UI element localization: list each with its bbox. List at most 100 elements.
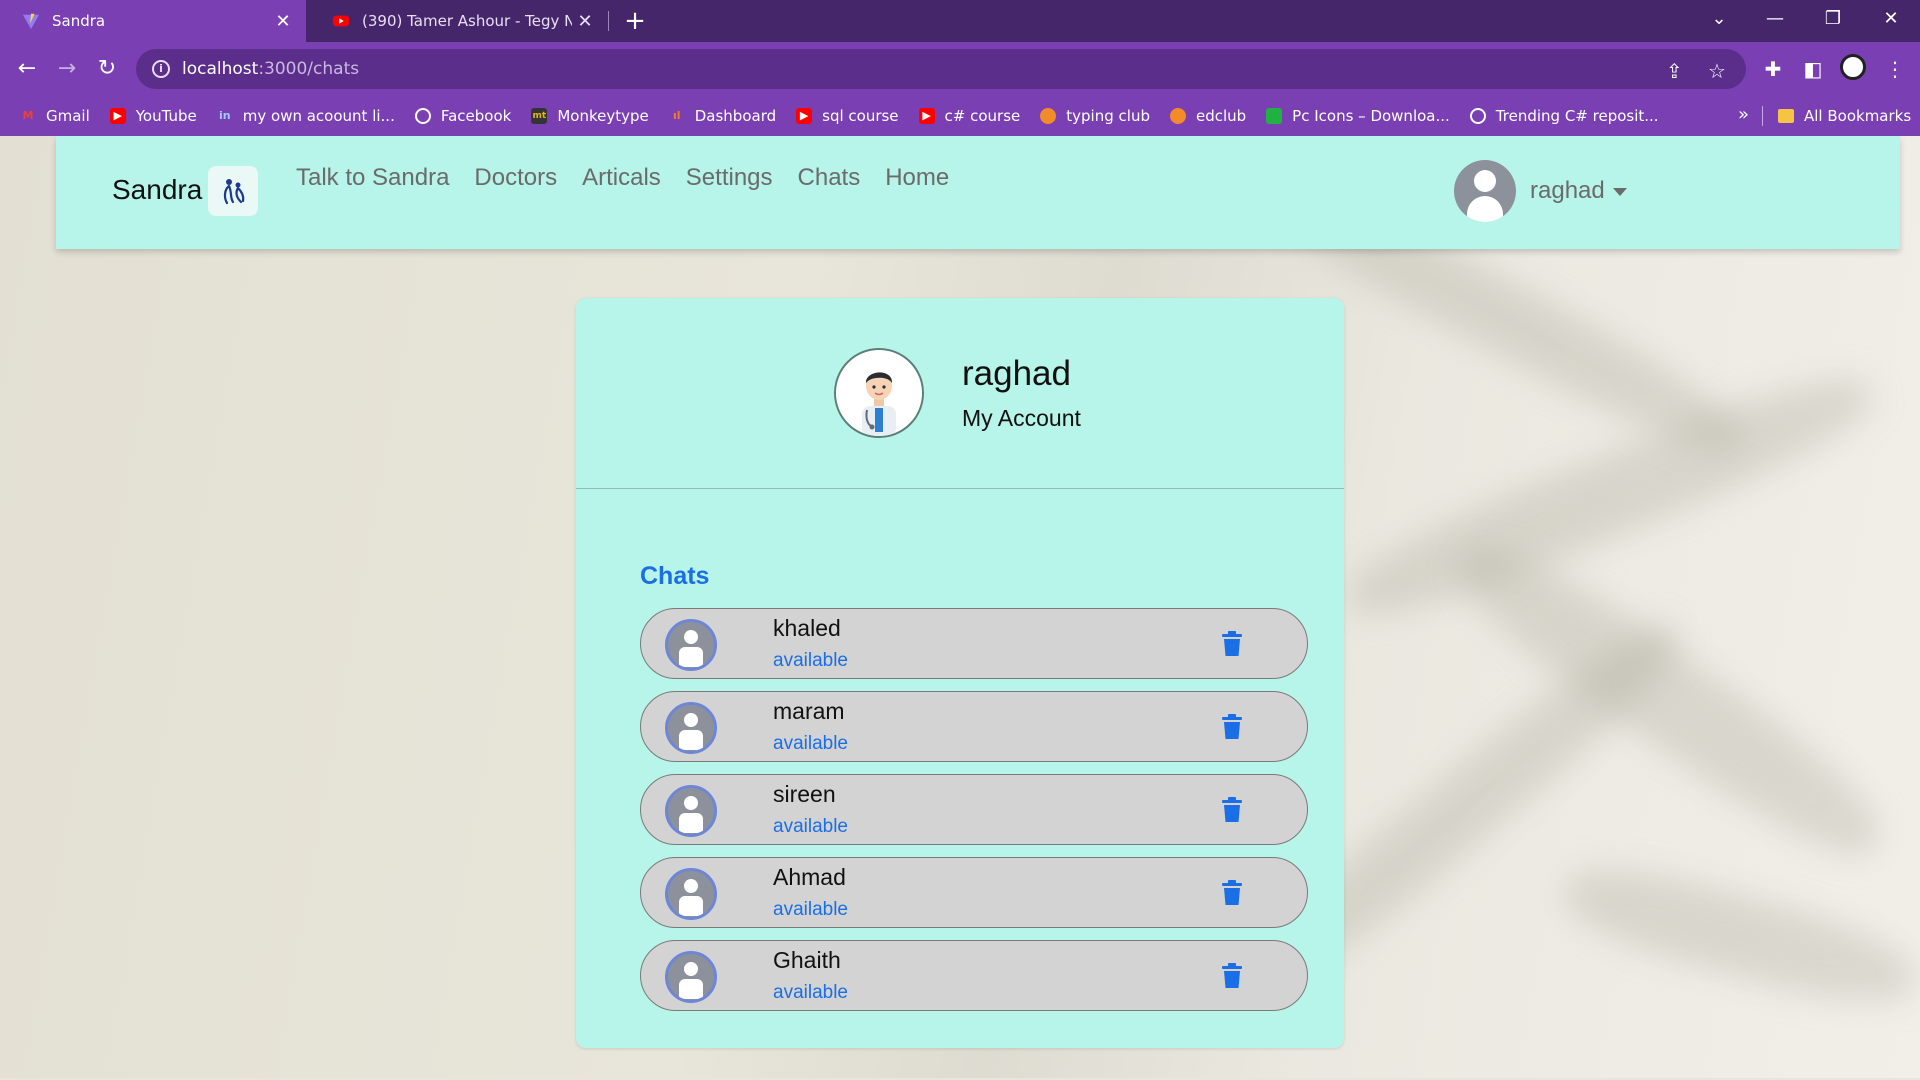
user-name: raghad xyxy=(1530,177,1605,204)
chat-status: available xyxy=(773,816,848,837)
background-shadow xyxy=(1439,520,1901,882)
browser-menu-icon[interactable]: ⋮ xyxy=(1880,54,1910,84)
chat-contact-name: Ghaith xyxy=(773,947,841,973)
typingclub-icon xyxy=(1040,108,1057,124)
contact-avatar-icon xyxy=(665,785,717,837)
bookmark-csharp-course[interactable]: ▶ c# course xyxy=(918,107,1020,125)
browser-tab-strip: Sandra ✕ (390) Tamer Ashour - Tegy Ntrah… xyxy=(0,0,1920,42)
background-shadow xyxy=(1555,850,1920,1022)
tab-youtube[interactable]: (390) Tamer Ashour - Tegy Ntrah ✕ xyxy=(310,0,608,42)
bookmark-linkedin[interactable]: in my own acoount li... xyxy=(217,107,395,125)
brand-logo[interactable] xyxy=(208,166,258,216)
browser-profile-avatar[interactable] xyxy=(1840,54,1866,80)
nav-talk-to-sandra[interactable]: Talk to Sandra xyxy=(296,164,449,192)
bookmark-typing-club[interactable]: typing club xyxy=(1040,107,1150,125)
bookmark-facebook[interactable]: Facebook xyxy=(414,107,511,125)
gmail-icon: M xyxy=(22,109,34,122)
minimize-button[interactable]: — xyxy=(1752,0,1798,40)
reload-button[interactable]: ↻ xyxy=(92,54,122,84)
chat-list: khaled available maram available sireen … xyxy=(640,608,1308,1023)
contact-avatar-icon xyxy=(665,619,717,671)
family-logo-icon xyxy=(223,179,245,205)
site-info-icon[interactable]: i xyxy=(152,60,170,78)
chat-status: available xyxy=(773,733,848,754)
close-tab-icon[interactable]: ✕ xyxy=(270,11,296,32)
bookmark-edclub[interactable]: edclub xyxy=(1169,107,1246,125)
dashboard-icon: ıl xyxy=(672,109,681,122)
chat-item-maram[interactable]: maram available xyxy=(640,691,1308,762)
trash-icon[interactable] xyxy=(1221,797,1243,823)
extensions-puzzle-icon[interactable]: ✚ xyxy=(1758,54,1788,84)
page-viewport: Sandra Talk to Sandra Doctors Articals S… xyxy=(0,136,1920,1078)
chat-item-sireen[interactable]: sireen available xyxy=(640,774,1308,845)
tab-search-chevron-icon[interactable]: ⌄ xyxy=(1696,0,1742,40)
globe-icon xyxy=(414,108,431,124)
bookmark-trending-csharp[interactable]: Trending C# reposit... xyxy=(1469,107,1659,125)
forward-button[interactable]: → xyxy=(52,54,82,84)
profile-subtitle[interactable]: My Account xyxy=(962,405,1081,432)
close-window-button[interactable]: ✕ xyxy=(1868,0,1914,40)
contact-avatar-icon xyxy=(665,951,717,1003)
trash-icon[interactable] xyxy=(1221,714,1243,740)
url-text: localhost:3000/chats xyxy=(182,59,360,79)
chat-item-ahmad[interactable]: Ahmad available xyxy=(640,857,1308,928)
dropdown-caret-icon xyxy=(1612,188,1627,196)
youtube-icon: ▶ xyxy=(109,108,126,124)
bookmark-sql-course[interactable]: ▶ sql course xyxy=(796,107,899,125)
tab-title: (390) Tamer Ashour - Tegy Ntrah xyxy=(362,12,572,30)
bookmark-pc-icons[interactable]: Pc Icons – Downloa... xyxy=(1266,107,1450,125)
nav-home[interactable]: Home xyxy=(885,164,949,192)
linkedin-icon: in xyxy=(218,109,231,122)
bookmark-gmail[interactable]: M Gmail xyxy=(20,107,90,125)
vite-logo-icon xyxy=(22,13,40,30)
nav-links: Talk to Sandra Doctors Articals Settings… xyxy=(296,164,974,192)
globe-icon xyxy=(1469,108,1486,124)
bookmark-dashboard[interactable]: ıl Dashboard xyxy=(669,107,776,125)
bookmarks-separator xyxy=(1762,106,1763,126)
trash-icon[interactable] xyxy=(1221,631,1243,657)
close-tab-icon[interactable]: ✕ xyxy=(572,11,598,32)
tab-title: Sandra xyxy=(52,12,106,30)
edclub-icon xyxy=(1169,108,1186,124)
back-button[interactable]: ← xyxy=(12,54,42,84)
restore-button[interactable]: ❐ xyxy=(1810,0,1856,40)
bookmarks-overflow-chevron-icon[interactable]: » xyxy=(1738,104,1749,125)
nav-articals[interactable]: Articals xyxy=(582,164,661,192)
trash-icon[interactable] xyxy=(1221,880,1243,906)
monkeytype-icon: mt xyxy=(531,108,548,124)
brand-name[interactable]: Sandra xyxy=(112,174,202,206)
doctor-avatar-icon xyxy=(834,348,924,438)
site-navbar: Sandra Talk to Sandra Doctors Articals S… xyxy=(56,136,1900,249)
nav-chats[interactable]: Chats xyxy=(798,164,861,192)
address-bar[interactable]: i localhost:3000/chats ⇪ ☆ xyxy=(136,49,1746,89)
chat-item-ghaith[interactable]: Ghaith available xyxy=(640,940,1308,1011)
contact-avatar-icon xyxy=(665,868,717,920)
new-tab-button[interactable]: + xyxy=(620,6,650,36)
chat-contact-name: sireen xyxy=(773,781,836,807)
nav-settings[interactable]: Settings xyxy=(686,164,773,192)
trash-icon[interactable] xyxy=(1221,963,1243,989)
nav-doctors[interactable]: Doctors xyxy=(474,164,557,192)
bookmark-monkeytype[interactable]: mt Monkeytype xyxy=(531,107,649,125)
user-dropdown[interactable]: raghad xyxy=(1454,160,1627,222)
tab-separator xyxy=(608,11,609,31)
bookmark-youtube[interactable]: ▶ YouTube xyxy=(109,107,197,125)
all-bookmarks-button[interactable]: All Bookmarks xyxy=(1778,96,1911,136)
browser-toolbar: ← → ↻ i localhost:3000/chats ⇪ ☆ ✚ ◧ ⋮ xyxy=(0,42,1920,96)
folder-icon xyxy=(1778,109,1794,123)
share-icon[interactable]: ⇪ xyxy=(1666,59,1683,83)
icons8-icon xyxy=(1266,108,1283,124)
tab-sandra[interactable]: Sandra ✕ xyxy=(0,0,306,42)
user-avatar-icon xyxy=(1454,160,1516,222)
profile-name: raghad xyxy=(962,354,1071,393)
bookmark-star-icon[interactable]: ☆ xyxy=(1708,59,1726,83)
chat-item-khaled[interactable]: khaled available xyxy=(640,608,1308,679)
youtube-icon: ▶ xyxy=(918,108,935,124)
chat-contact-name: maram xyxy=(773,698,845,724)
chat-contact-name: Ahmad xyxy=(773,864,846,890)
chat-status: available xyxy=(773,899,848,920)
side-panel-icon[interactable]: ◧ xyxy=(1798,54,1828,84)
youtube-icon xyxy=(332,15,350,27)
profile-header: raghad My Account xyxy=(576,298,1344,489)
chat-contact-name: khaled xyxy=(773,615,841,641)
